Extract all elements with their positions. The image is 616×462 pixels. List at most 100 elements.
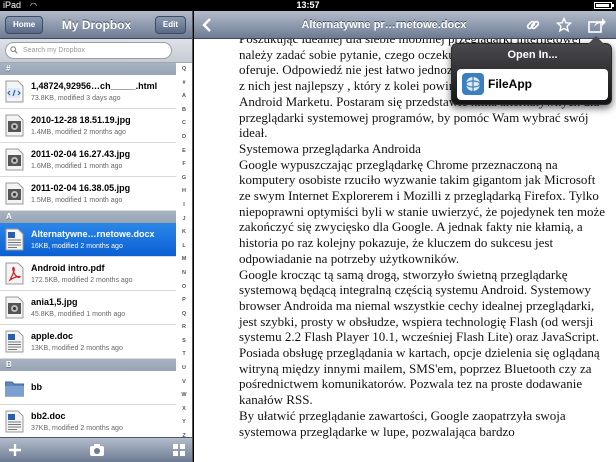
file-name: 2011-02-04 16.38.05.jpg (31, 183, 131, 193)
fileapp-icon (462, 73, 484, 95)
doc-file-icon (5, 330, 24, 353)
link-icon[interactable] (525, 17, 541, 33)
file-meta: 45.8KB, modified 1 month ago (31, 311, 126, 318)
file-name: Android intro.pdf (31, 263, 105, 273)
file-meta: 13KB, modified 2 months ago (31, 345, 123, 352)
camera-icon[interactable] (89, 443, 105, 457)
chevron-left-icon[interactable] (200, 17, 214, 33)
search-bar: Search my Dropbox (0, 39, 192, 63)
section-header: B (0, 359, 176, 371)
index-letter[interactable]: R (177, 321, 191, 335)
list-item[interactable]: apple.doc 13KB, modified 2 months ago (0, 325, 176, 359)
index-letter[interactable]: F (177, 158, 191, 172)
file-meta: 172.5KB, modified 2 months ago (31, 277, 133, 284)
file-meta: 73.8KB, modified 3 days ago (31, 95, 121, 102)
file-name: ania1,5.jpg (31, 297, 78, 307)
list-item[interactable]: 2010-12-28 18.51.19.jpg 1.4MB, modified … (0, 109, 176, 143)
index-letter[interactable]: H (177, 185, 191, 199)
index-letter[interactable]: A (177, 90, 191, 104)
file-meta: 1.4MB, modified 2 months ago (31, 129, 126, 136)
image-file-icon (5, 296, 24, 319)
index-letter[interactable]: K (177, 226, 191, 240)
index-letter[interactable]: B (177, 104, 191, 118)
grid-view-icon[interactable] (172, 443, 186, 457)
index-letter[interactable]: S (177, 335, 191, 349)
index-letter[interactable]: P (177, 294, 191, 308)
file-list: # 1,48724,92956…ch_____.html 73.8KB, mod… (0, 63, 176, 451)
paragraph: Google wypuszczając przeglądarkę Chrome … (239, 156, 606, 266)
index-letter[interactable]: W (177, 389, 191, 403)
image-file-icon (5, 148, 24, 171)
file-name: apple.doc (31, 331, 74, 341)
file-meta: 37KB, modified 2 months ago (31, 425, 123, 432)
file-meta: 16KB, modified 2 months ago (31, 243, 123, 250)
list-item[interactable]: bb2.doc 37KB, modified 2 months ago (0, 405, 176, 439)
index-letter[interactable]: I (177, 199, 191, 213)
clock: 13:57 (296, 0, 320, 10)
list-item[interactable]: 2011-02-04 16.27.43.jpg 1.6MB, modified … (0, 143, 176, 177)
star-icon[interactable] (556, 17, 572, 33)
open-in-fileapp-button[interactable]: FileApp (457, 69, 608, 100)
file-meta: 1.6MB, modified 1 month ago (31, 163, 123, 170)
status-bar: iPad ◠ 13:57 (0, 0, 616, 11)
image-file-icon (5, 182, 24, 205)
alphabet-index[interactable]: Q#ABCDEFGHIJKLMNOPQRSTUVWXYZ (177, 63, 191, 445)
file-sidebar: Home My Dropbox Edit Search my Dropbox #… (0, 11, 193, 462)
index-letter[interactable]: D (177, 131, 191, 145)
share-icon[interactable] (588, 17, 606, 33)
search-icon (10, 46, 18, 54)
index-letter[interactable]: Y (177, 416, 191, 430)
list-item[interactable]: 1,48724,92956…ch_____.html 73.8KB, modif… (0, 75, 176, 109)
index-letter[interactable]: J (177, 213, 191, 227)
index-letter[interactable]: G (177, 172, 191, 186)
file-name: bb (31, 382, 42, 392)
index-letter[interactable]: U (177, 362, 191, 376)
html-file-icon (5, 80, 24, 103)
index-letter[interactable]: M (177, 253, 191, 267)
list-item-selected[interactable]: Alternatywne…rnetowe.docx 16KB, modified… (0, 223, 176, 257)
image-file-icon (5, 114, 24, 137)
app-label: FileApp (488, 77, 532, 91)
add-icon[interactable] (8, 443, 22, 457)
paragraph: Posiada obsługę przeglądania w kartach, … (239, 345, 600, 408)
pdf-file-icon (5, 262, 24, 285)
document-navbar: Alternatywne pr…rnetowe.docx (194, 11, 616, 39)
edit-button[interactable]: Edit (154, 16, 186, 34)
index-letter[interactable]: T (177, 348, 191, 362)
file-name: 2011-02-04 16.27.43.jpg (31, 149, 131, 159)
popover-arrow (588, 36, 604, 44)
list-item[interactable]: 2011-02-04 16.38.05.jpg 1.5MB, modified … (0, 177, 176, 211)
doc-file-icon (5, 228, 24, 251)
index-letter[interactable]: E (177, 145, 191, 159)
list-item[interactable]: Android intro.pdf 172.5KB, modified 2 mo… (0, 257, 176, 291)
index-letter[interactable]: L (177, 240, 191, 254)
index-letter[interactable]: C (177, 117, 191, 131)
sidebar-navbar: Home My Dropbox Edit (0, 11, 192, 39)
paragraph: By ułatwić przeglądanie zawartości, Goog… (239, 407, 566, 439)
section-header: A (0, 211, 176, 223)
index-letter[interactable]: X (177, 403, 191, 417)
index-letter[interactable]: # (177, 77, 191, 91)
file-name: 2010-12-28 18.51.19.jpg (31, 115, 131, 125)
sidebar-toolbar (0, 437, 192, 462)
battery-icon (594, 2, 614, 9)
list-item[interactable]: ania1,5.jpg 45.8KB, modified 1 month ago (0, 291, 176, 325)
search-input[interactable]: Search my Dropbox (5, 42, 172, 59)
list-item[interactable]: bb (0, 371, 176, 405)
section-header: # (0, 63, 176, 75)
paragraph-heading: Systemowa przeglądarka Androida (239, 140, 421, 156)
index-letter[interactable]: V (177, 376, 191, 390)
index-letter[interactable]: Q (177, 63, 191, 77)
file-name: bb2.doc (31, 411, 66, 421)
index-letter[interactable]: N (177, 267, 191, 281)
index-letter[interactable]: Q (177, 308, 191, 322)
document-title: Alternatywne pr…rnetowe.docx (301, 19, 467, 31)
file-name: 1,48724,92956…ch_____.html (31, 81, 158, 91)
index-letter[interactable]: O (177, 281, 191, 295)
popover-title: Open In... (507, 49, 558, 61)
folder-icon (5, 381, 24, 397)
doc-file-icon (5, 410, 24, 433)
paragraph: Google krocząc tą samą drogą, stworzyło … (239, 266, 599, 345)
file-meta: 1.5MB, modified 1 month ago (31, 197, 123, 204)
file-name: Alternatywne…rnetowe.docx (31, 229, 155, 239)
